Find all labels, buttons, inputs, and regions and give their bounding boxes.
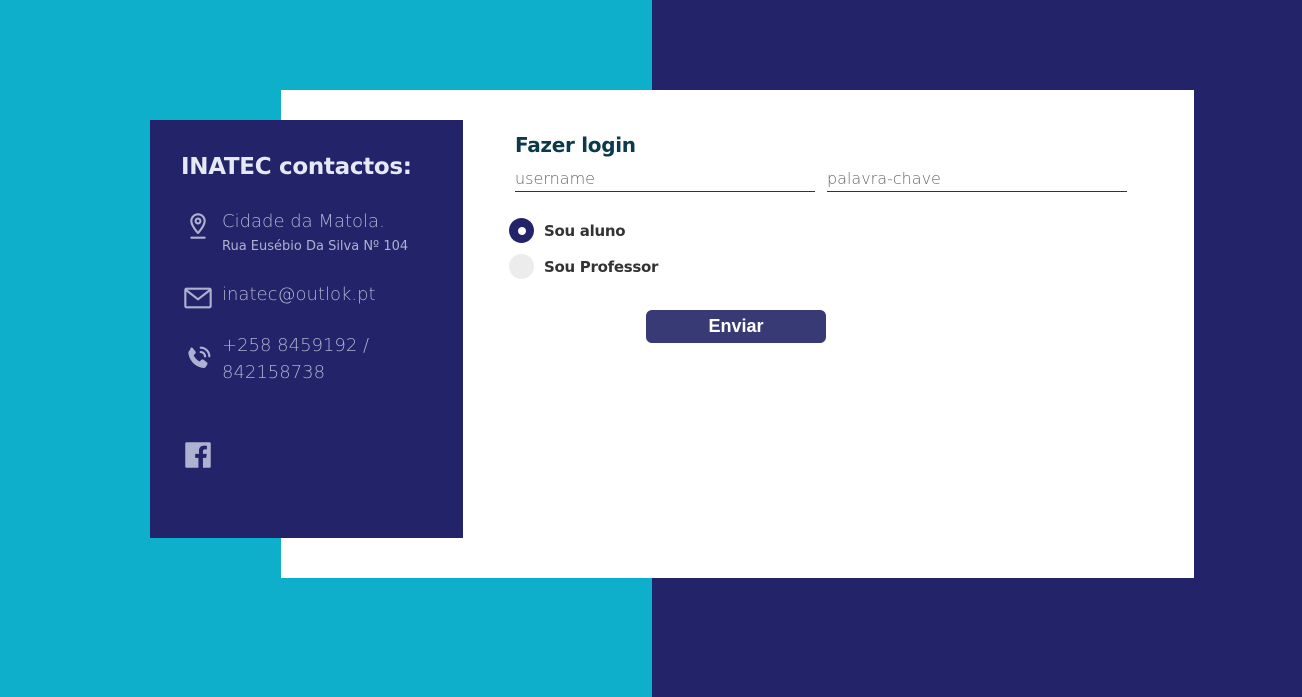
mail-icon	[181, 281, 215, 315]
role-option-professor[interactable]: Sou Professor	[509, 254, 658, 279]
login-title: Fazer login	[515, 133, 636, 157]
phone-line-2: 842158738	[222, 362, 326, 383]
radio-professor[interactable]	[509, 254, 534, 279]
address-row: Cidade da Matola. Rua Eusébio Da Silva N…	[181, 208, 408, 256]
location-pin-icon	[181, 208, 215, 242]
email-address[interactable]: inatec@outlok.pt	[222, 281, 376, 308]
phone-row: +258 8459192 / 842158738	[181, 332, 369, 386]
address-city: Cidade da Matola.	[222, 211, 385, 232]
facebook-icon[interactable]	[181, 438, 215, 472]
role-option-aluno[interactable]: Sou aluno	[509, 218, 626, 243]
address-street: Rua Eusébio Da Silva Nº 104	[222, 239, 409, 254]
password-input[interactable]	[827, 166, 1127, 192]
email-row: inatec@outlok.pt	[181, 281, 376, 315]
radio-label-professor: Sou Professor	[544, 257, 659, 276]
radio-aluno[interactable]	[509, 218, 534, 243]
contact-panel: INATEC contactos: Cidade da Matola. Rua …	[150, 120, 463, 538]
social-row	[181, 438, 215, 472]
phone-icon	[181, 342, 215, 376]
username-input[interactable]	[515, 166, 815, 192]
submit-button[interactable]: Enviar	[646, 310, 826, 343]
radio-label-aluno: Sou aluno	[544, 221, 626, 240]
contact-title: INATEC contactos:	[181, 154, 412, 180]
phone-line-1: +258 8459192 /	[222, 335, 370, 356]
